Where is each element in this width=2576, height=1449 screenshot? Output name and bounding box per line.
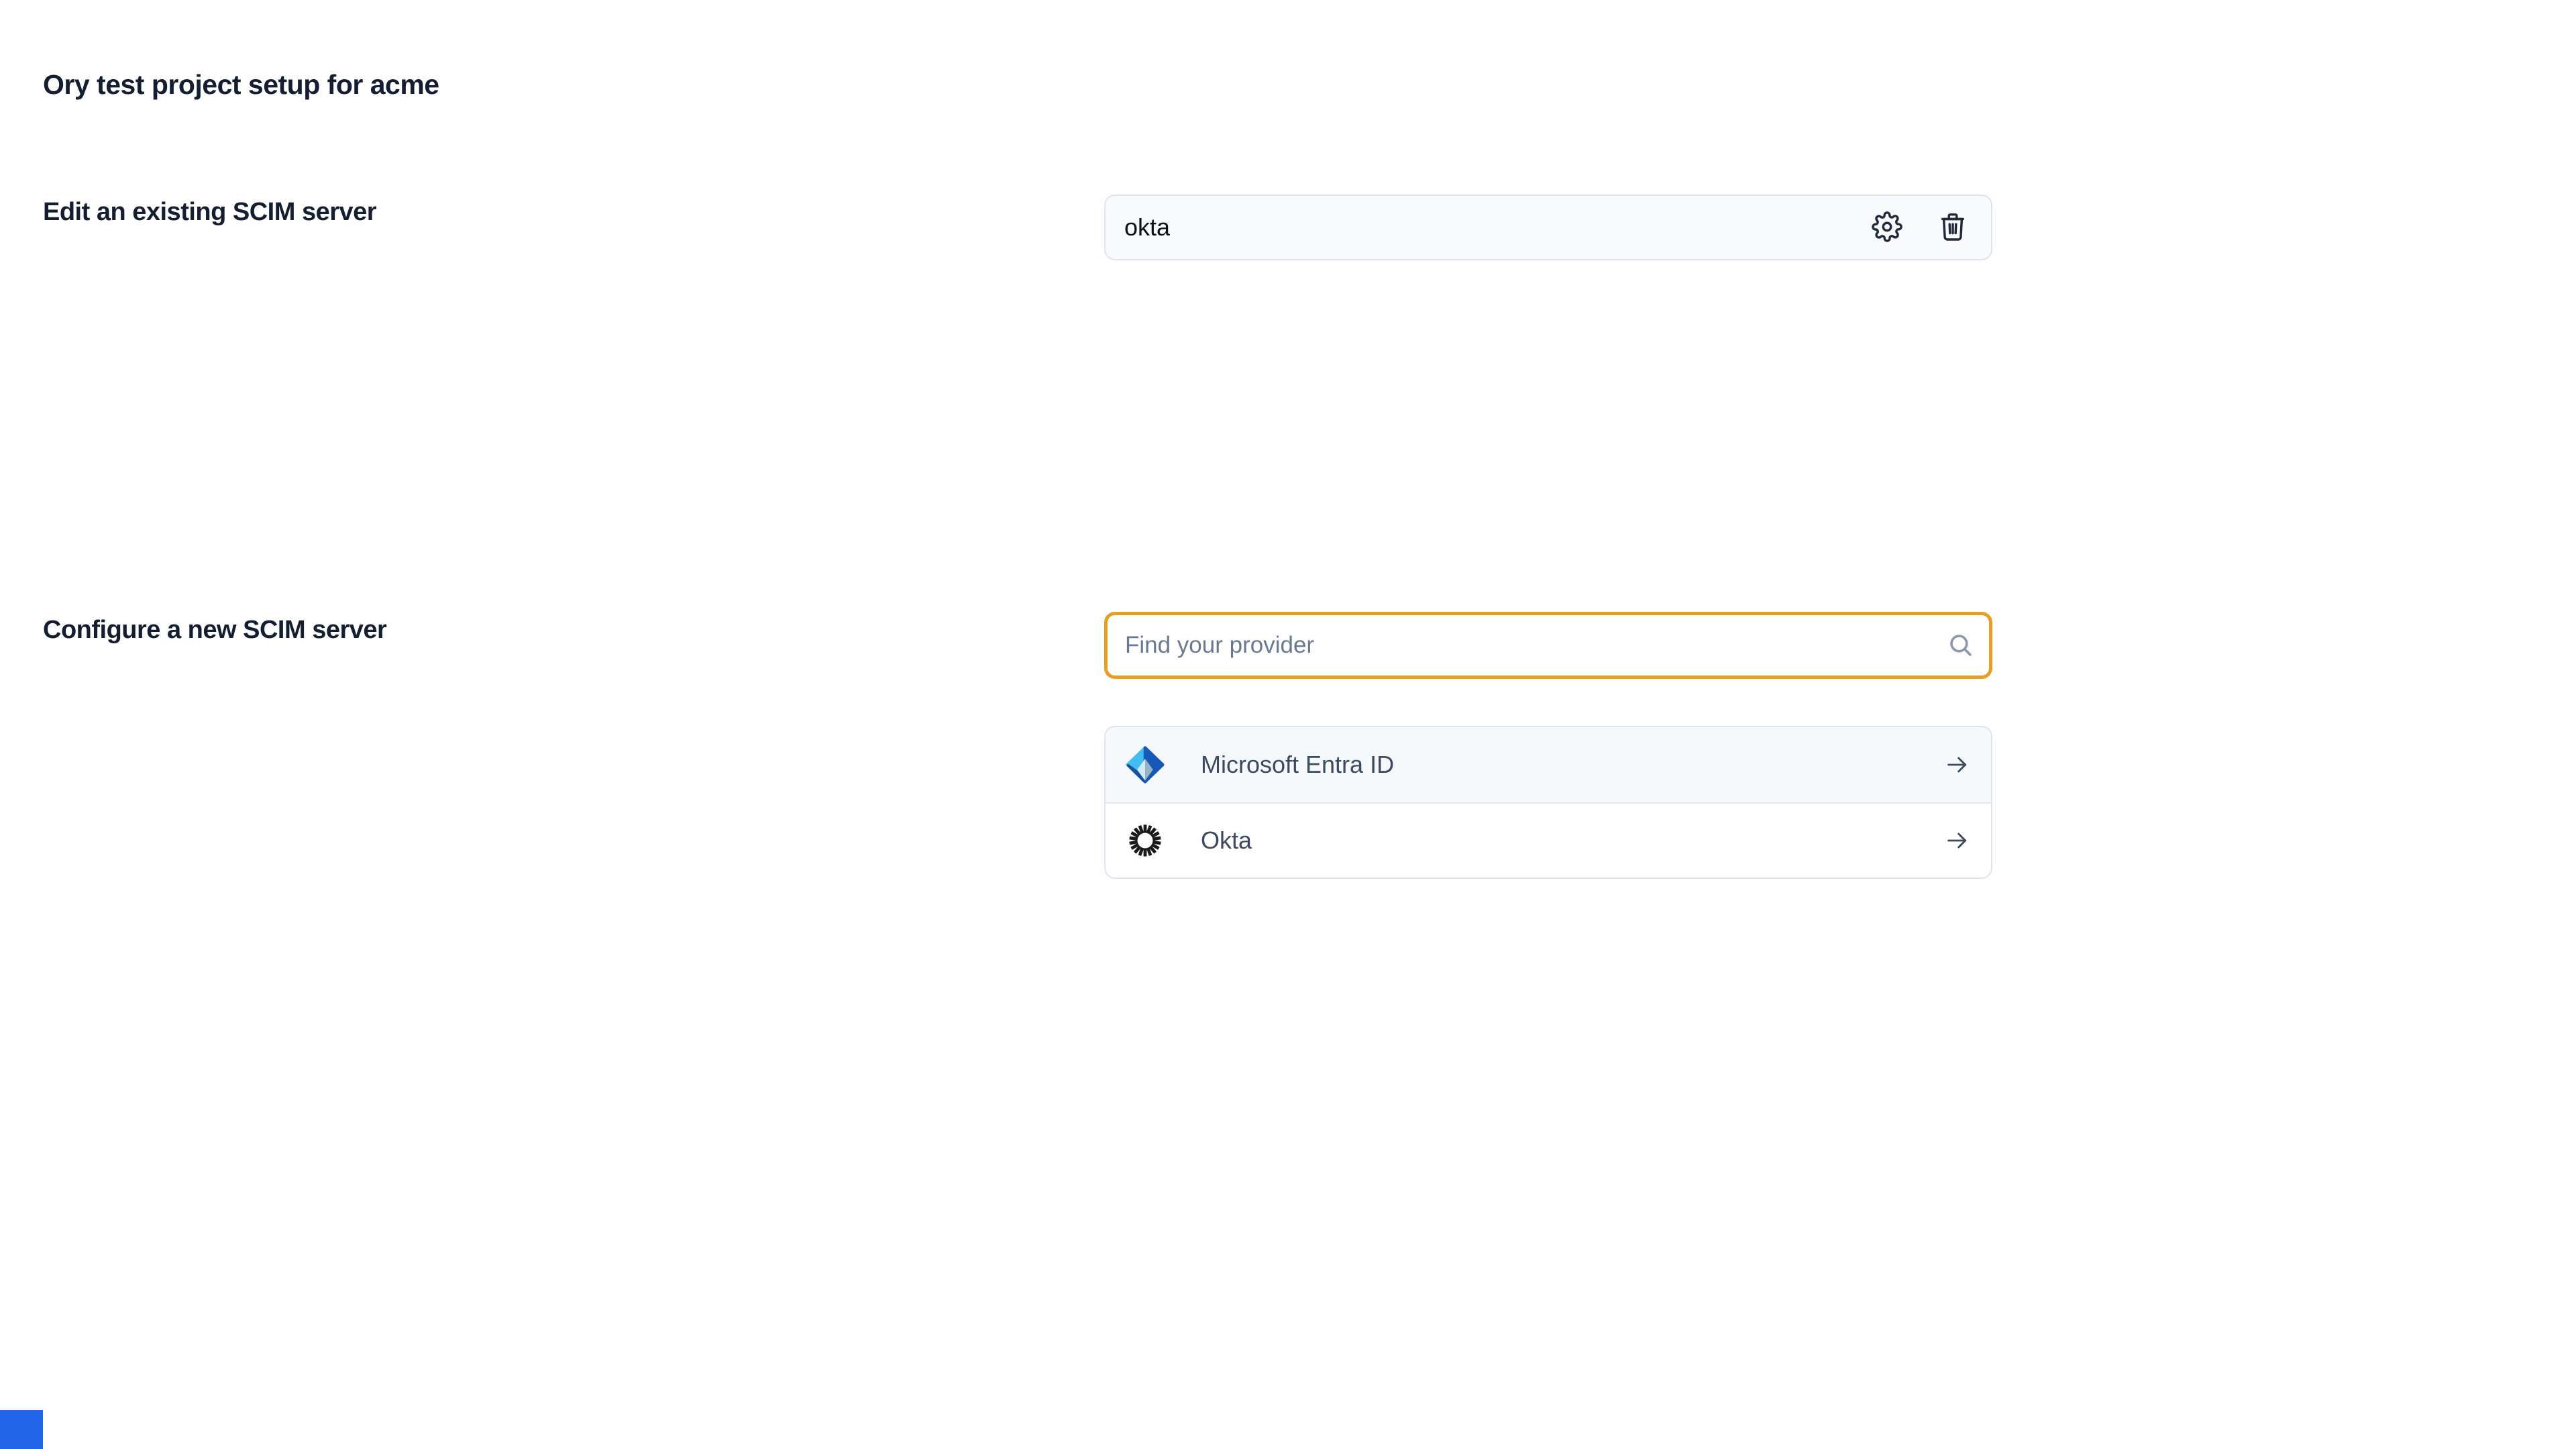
provider-list: Microsoft Entra ID xyxy=(1104,726,1992,879)
server-settings-button[interactable] xyxy=(1872,212,1902,243)
microsoft-entra-id-icon xyxy=(1126,745,1165,784)
blue-corner-marker xyxy=(0,1410,43,1449)
provider-search xyxy=(1104,612,1992,679)
server-delete-button[interactable] xyxy=(1937,212,1968,243)
page-title: Ory test project setup for acme xyxy=(43,69,439,101)
arrow-right-icon xyxy=(1944,751,1971,778)
provider-label: Okta xyxy=(1201,826,1252,855)
edit-scim-heading: Edit an existing SCIM server xyxy=(43,198,376,227)
provider-search-input[interactable] xyxy=(1104,612,1992,679)
existing-scim-server-card[interactable]: okta xyxy=(1104,195,1992,260)
provider-label: Microsoft Entra ID xyxy=(1201,751,1394,779)
trash-icon xyxy=(1937,211,1968,244)
server-actions xyxy=(1872,212,1968,243)
provider-row-okta[interactable]: Okta xyxy=(1106,802,1991,877)
configure-scim-heading: Configure a new SCIM server xyxy=(43,616,386,645)
scim-setup-page: Ory test project setup for acme Edit an … xyxy=(0,0,2576,1449)
scim-server-name: okta xyxy=(1124,213,1170,241)
gear-icon xyxy=(1872,211,1902,244)
provider-row-microsoft-entra-id[interactable]: Microsoft Entra ID xyxy=(1106,727,1991,802)
arrow-right-icon xyxy=(1944,827,1971,854)
okta-icon xyxy=(1126,821,1165,860)
